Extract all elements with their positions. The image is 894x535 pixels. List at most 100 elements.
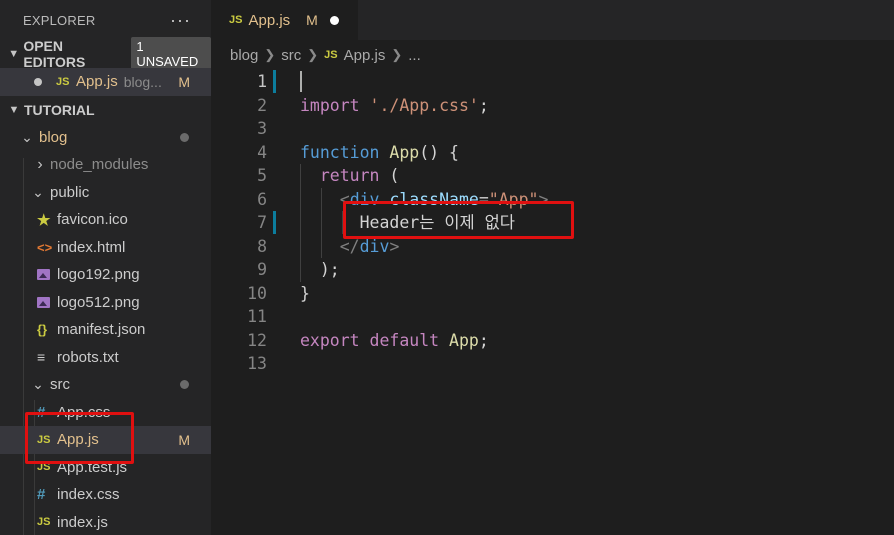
chevron-right-icon: › — [37, 155, 43, 173]
file-label: manifest.json — [57, 321, 146, 339]
file-label: logo512.png — [57, 293, 140, 311]
annotation-highlight-box — [343, 201, 574, 239]
code-line-12: export default App; — [300, 329, 489, 353]
keyword-token: default — [369, 330, 440, 350]
change-marker — [273, 70, 276, 93]
file-logo512[interactable]: logo512.png — [0, 289, 211, 317]
line-number: 10 — [247, 283, 267, 303]
open-editors-section[interactable]: ▼ OPEN EDITORS 1 UNSAVED — [0, 37, 211, 71]
punct-token: } — [300, 283, 310, 303]
modified-badge: M — [178, 73, 190, 90]
tag-token: div — [359, 236, 390, 256]
file-index-html[interactable]: <> index.html — [0, 234, 211, 262]
unsaved-dot-icon[interactable] — [34, 77, 42, 86]
code-line-10: } — [300, 282, 310, 306]
keyword-token: function — [300, 142, 380, 162]
breadcrumb-item[interactable]: src — [281, 47, 301, 64]
file-favicon[interactable]: ★ favicon.ico — [0, 206, 211, 234]
code-line-4: function App() { — [300, 141, 459, 165]
open-editors-label: OPEN EDITORS — [23, 38, 86, 70]
folder-label: public — [50, 183, 90, 201]
html-file-icon: <> — [37, 239, 53, 255]
file-label: logo192.png — [57, 266, 140, 284]
tab-app-js[interactable]: JS App.js M — [211, 0, 358, 40]
line-number: 2 — [257, 95, 267, 115]
folder-public[interactable]: ⌄ public — [0, 179, 211, 207]
breadcrumb-item[interactable]: App.js — [344, 47, 386, 64]
star-icon: ★ — [37, 211, 51, 229]
unsaved-dot-icon[interactable] — [329, 15, 339, 25]
folder-node-modules[interactable]: › node_modules — [0, 151, 211, 179]
folder-label: blog — [39, 128, 68, 146]
line-number: 9 — [257, 260, 267, 279]
folder-blog[interactable]: ⌄ blog — [0, 124, 211, 152]
line-number: 8 — [257, 236, 267, 256]
more-actions-icon[interactable]: ··· — [170, 10, 191, 31]
js-file-icon: JS — [56, 75, 70, 88]
file-index-js[interactable]: JS index.js — [0, 509, 211, 535]
open-editor-item-app-js[interactable]: JS App.js blog... M — [0, 68, 211, 96]
line-number: 13 — [247, 354, 267, 373]
modified-badge: M — [306, 12, 318, 28]
keyword-token: return — [319, 166, 380, 185]
punct-token: () { — [419, 142, 459, 162]
tab-bar: JS App.js M — [211, 0, 894, 40]
file-index-css[interactable]: # index.css — [0, 481, 211, 509]
json-file-icon: {} — [37, 322, 48, 338]
chevron-down-icon: ⌄ — [32, 183, 44, 200]
tab-label: App.js — [248, 11, 291, 29]
line-number: 4 — [257, 142, 267, 162]
code-line-9: ); — [300, 258, 340, 282]
code-line-5: return ( — [300, 164, 399, 188]
chevron-right-icon: ❯ — [391, 47, 403, 62]
chevron-right-icon: ❯ — [307, 47, 319, 62]
breadcrumb: blog ❯ src ❯ JS App.js ❯ ... — [211, 40, 894, 70]
code-line-2: import './App.css'; — [300, 94, 489, 118]
keyword-token: export — [300, 330, 360, 350]
line-number: 11 — [247, 307, 267, 326]
js-file-icon: JS — [229, 14, 243, 26]
line-number: 3 — [257, 119, 267, 138]
image-file-icon — [37, 296, 50, 308]
file-label: index.html — [57, 238, 126, 256]
punct-token: ( — [379, 166, 400, 185]
bracket-token: > — [389, 236, 400, 256]
file-manifest[interactable]: {} manifest.json — [0, 316, 211, 344]
punct-token: ; — [478, 95, 489, 115]
chevron-down-icon: ⌄ — [32, 376, 44, 393]
line-number: 5 — [257, 166, 267, 185]
css-file-icon: # — [37, 486, 46, 504]
line-number: 6 — [257, 189, 267, 209]
tutorial-label: TUTORIAL — [24, 101, 95, 118]
folder-src[interactable]: ⌄ src — [0, 371, 211, 399]
string-token: './App.css' — [369, 95, 479, 115]
js-file-icon: JS — [324, 49, 338, 61]
code-editor[interactable]: 1 2 3 4 5 6 7 8 9 10 11 12 13 import './… — [211, 70, 894, 535]
function-name-token: App — [449, 330, 479, 350]
punct-token: ); — [319, 260, 340, 279]
annotation-highlight-box — [25, 412, 134, 464]
chevron-down-icon: ⌄ — [21, 128, 33, 145]
modified-badge: M — [178, 431, 190, 448]
chevron-down-icon: ▼ — [8, 48, 20, 60]
file-label: favicon.ico — [57, 211, 128, 229]
change-marker — [273, 211, 276, 234]
keyword-token: import — [300, 95, 360, 115]
modified-dot-icon — [180, 380, 189, 390]
function-name-token: App — [389, 142, 420, 162]
open-editor-path: blog... — [123, 73, 162, 90]
unsaved-badge: 1 UNSAVED — [131, 37, 211, 71]
file-robots[interactable]: ≡ robots.txt — [0, 344, 211, 372]
image-file-icon — [37, 269, 50, 281]
js-file-icon: JS — [37, 516, 51, 529]
modified-dot-icon — [180, 132, 189, 142]
breadcrumb-item[interactable]: blog — [230, 47, 258, 64]
line-number: 12 — [247, 330, 267, 350]
file-label: robots.txt — [57, 348, 119, 366]
explorer-header: EXPLORER ··· — [0, 0, 211, 40]
file-logo192[interactable]: logo192.png — [0, 261, 211, 289]
tutorial-section[interactable]: ▼ TUTORIAL — [0, 96, 211, 124]
file-label: index.js — [57, 513, 108, 531]
text-file-icon: ≡ — [37, 349, 46, 366]
breadcrumb-item[interactable]: ... — [408, 47, 421, 64]
